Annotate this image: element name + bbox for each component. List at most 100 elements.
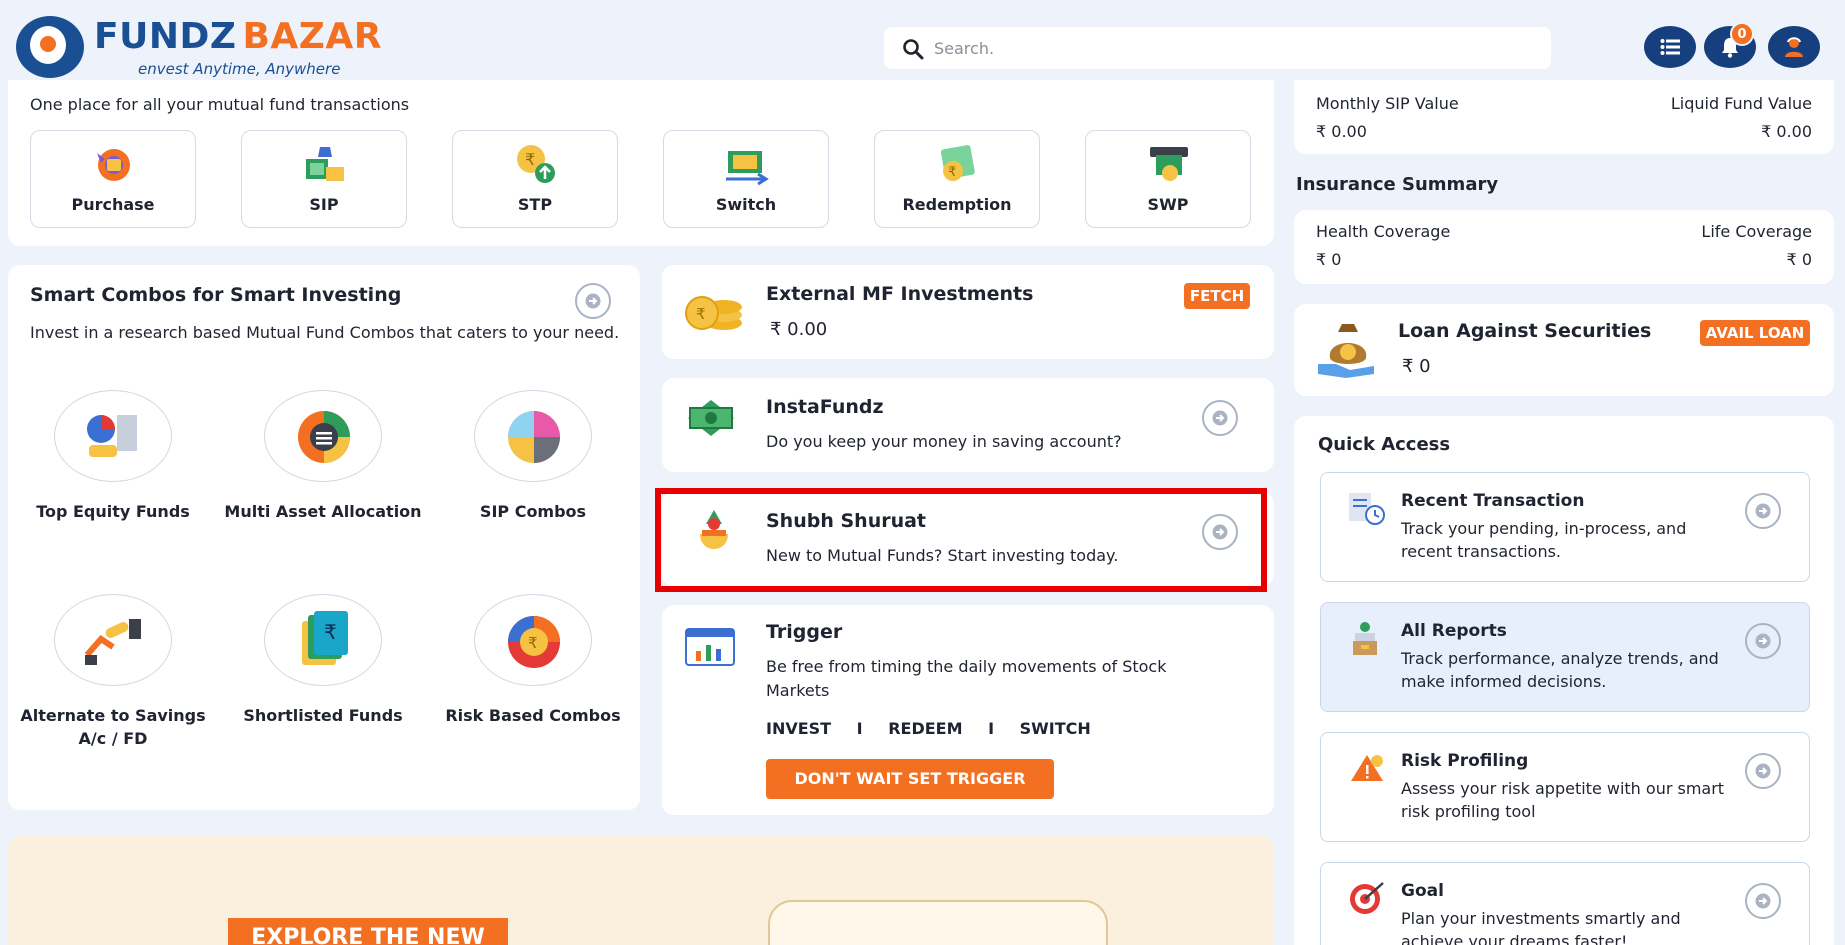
notifications-button[interactable]: 0: [1704, 22, 1756, 68]
arrow-right-icon: [1755, 503, 1771, 519]
quick-access-risk-profiling[interactable]: Risk Profiling Assess your risk appetite…: [1320, 732, 1810, 842]
list-icon: [1660, 39, 1680, 55]
shubh-shuruat-description: New to Mutual Funds? Start investing tod…: [766, 546, 1119, 565]
trigger-title: Trigger: [766, 621, 843, 643]
redemption-button[interactable]: ₹ Redemption: [874, 130, 1040, 228]
quick-access-item-description: Track your pending, in-process, and rece…: [1401, 519, 1687, 561]
trigger-card: Trigger Be free from timing the daily mo…: [662, 605, 1274, 815]
loan-value: ₹ 0: [1402, 356, 1431, 377]
combo-alternate-to-savings[interactable]: Alternate to Savings A/c / FD: [8, 594, 218, 750]
kalash-pot-icon: [700, 510, 728, 549]
trigger-description: Be free from timing the daily movements …: [766, 657, 1167, 700]
quick-access-all-reports[interactable]: All Reports Track performance, analyze t…: [1320, 602, 1810, 712]
quick-access-arrow-button[interactable]: [1745, 883, 1781, 919]
stp-label: STP: [517, 195, 553, 214]
avail-loan-button[interactable]: AVAIL LOAN: [1700, 320, 1810, 346]
svg-text:₹: ₹: [525, 150, 535, 169]
life-coverage-value: ₹ 0: [1786, 250, 1812, 269]
reports-icon: [1353, 622, 1377, 655]
combo-sip-combos[interactable]: SIP Combos: [428, 390, 638, 523]
risk-based-combos-icon: ₹: [508, 616, 560, 668]
shubh-shuruat-card[interactable]: Shubh Shuruat New to Mutual Funds? Start…: [662, 492, 1274, 586]
quick-access-item-description: Track performance, analyze trends, and m…: [1401, 649, 1719, 691]
instafundz-card[interactable]: InstaFundz Do you keep your money in sav…: [662, 378, 1274, 472]
instafundz-description: Do you keep your money in saving account…: [766, 432, 1122, 451]
search-bar[interactable]: [884, 27, 1551, 69]
loan-title: Loan Against Securities: [1398, 320, 1652, 342]
svg-text:₹: ₹: [696, 305, 706, 323]
arrow-right-icon: [1212, 524, 1228, 540]
switch-label: Switch: [715, 195, 777, 214]
shubh-shuruat-arrow-button[interactable]: [1202, 514, 1238, 550]
insurance-summary-title: Insurance Summary: [1296, 174, 1499, 195]
sip-label: SIP: [309, 195, 339, 214]
smart-combos-arrow-button[interactable]: [575, 283, 611, 319]
quick-access-arrow-button[interactable]: [1745, 753, 1781, 789]
top-header: FUNDZBAZAR envest Anytime, Anywhere 0: [0, 0, 1845, 90]
combo-label: Multi Asset Allocation: [224, 502, 422, 521]
search-input[interactable]: [934, 35, 1524, 61]
swp-button[interactable]: SWP: [1085, 130, 1251, 228]
brand-name: FUNDZ BAZAR: [94, 16, 382, 57]
money-bag-hand-icon: [1318, 324, 1374, 378]
combo-label: Top Equity Funds: [36, 502, 190, 521]
transactions-tagline: One place for all your mutual fund trans…: [30, 95, 410, 114]
quick-access-arrow-button[interactable]: [1745, 623, 1781, 659]
combo-risk-based-combos[interactable]: ₹ Risk Based Combos: [428, 594, 638, 727]
brand-name-right: BAZAR: [242, 16, 382, 57]
svg-text:₹: ₹: [324, 620, 337, 644]
switch-icon: [726, 151, 769, 186]
trigger-option-switch[interactable]: SWITCH: [1020, 719, 1091, 738]
trigger-options: INVEST I REDEEM I SWITCH: [766, 719, 1091, 738]
quick-access-item-title: Risk Profiling: [1401, 751, 1529, 771]
trigger-option-invest[interactable]: INVEST: [766, 719, 831, 738]
combo-label: Shortlisted Funds: [243, 706, 403, 725]
liquid-fund-label: Liquid Fund Value: [1670, 94, 1812, 113]
smart-combos-title: Smart Combos for Smart Investing: [30, 284, 402, 306]
insurance-summary-card: Health Coverage ₹ 0 Life Coverage ₹ 0: [1294, 210, 1834, 284]
external-mf-title: External MF Investments: [766, 283, 1034, 305]
cash-note-icon: [688, 400, 734, 436]
menu-list-button[interactable]: [1644, 26, 1696, 68]
promo-banner[interactable]: EXPLORE THE NEW: [8, 836, 1274, 945]
svg-text:₹: ₹: [528, 634, 538, 652]
brand-name-left: FUNDZ: [94, 16, 237, 57]
shubh-shuruat-title: Shubh Shuruat: [766, 510, 927, 532]
combo-top-equity-funds[interactable]: Top Equity Funds: [8, 390, 218, 523]
instafundz-arrow-button[interactable]: [1202, 400, 1238, 436]
user-icon: [1785, 37, 1803, 57]
coins-icon: ₹: [685, 296, 742, 330]
quick-access-arrow-button[interactable]: [1745, 493, 1781, 529]
health-coverage-value: ₹ 0: [1316, 250, 1342, 269]
quick-access-item-title: All Reports: [1401, 621, 1507, 641]
quick-access-recent-transaction[interactable]: Recent Transaction Track your pending, i…: [1320, 472, 1810, 582]
trigger-option-redeem[interactable]: REDEEM: [888, 719, 962, 738]
sip-button[interactable]: SIP: [241, 130, 407, 228]
swp-label: SWP: [1147, 195, 1189, 214]
quick-access-item-description: Assess your risk appetite with our smart…: [1401, 779, 1725, 821]
smart-combos-description: Invest in a research based Mutual Fund C…: [30, 323, 620, 342]
search-icon: [903, 39, 924, 60]
stp-button[interactable]: ₹ STP: [452, 130, 618, 228]
combo-shortlisted-funds[interactable]: ₹ Shortlisted Funds: [218, 594, 428, 727]
external-mf-card[interactable]: ₹ External MF Investments ₹ 0.00 FETCH: [662, 265, 1274, 359]
set-trigger-button[interactable]: DON'T WAIT SET TRIGGER: [766, 759, 1054, 799]
banner-phone-graphic: [768, 900, 1108, 945]
health-coverage-label: Health Coverage: [1316, 222, 1451, 241]
combo-multi-asset-allocation[interactable]: Multi Asset Allocation: [218, 390, 428, 523]
purchase-button[interactable]: Purchase: [30, 130, 196, 228]
redemption-label: Redemption: [902, 195, 1012, 214]
loan-against-securities-card[interactable]: Loan Against Securities ₹ 0 AVAIL LOAN: [1294, 304, 1834, 396]
switch-button[interactable]: Switch: [663, 130, 829, 228]
alternate-to-savings-icon: [84, 619, 141, 665]
swp-icon: [1150, 147, 1188, 181]
fetch-button[interactable]: FETCH: [1184, 283, 1250, 309]
combo-label: Alternate to Savings A/c / FD: [20, 706, 206, 748]
stp-icon: ₹: [517, 145, 555, 183]
quick-access-goal[interactable]: Goal Plan your investments smartly and a…: [1320, 862, 1810, 945]
quick-access-item-title: Goal: [1401, 881, 1444, 901]
profile-button[interactable]: [1768, 26, 1820, 68]
quick-access-item-description: Plan your investments smartly and achiev…: [1401, 909, 1681, 945]
instafundz-title: InstaFundz: [766, 396, 884, 418]
brand-logo[interactable]: FUNDZ BAZAR envest Anytime, Anywhere: [16, 14, 396, 80]
